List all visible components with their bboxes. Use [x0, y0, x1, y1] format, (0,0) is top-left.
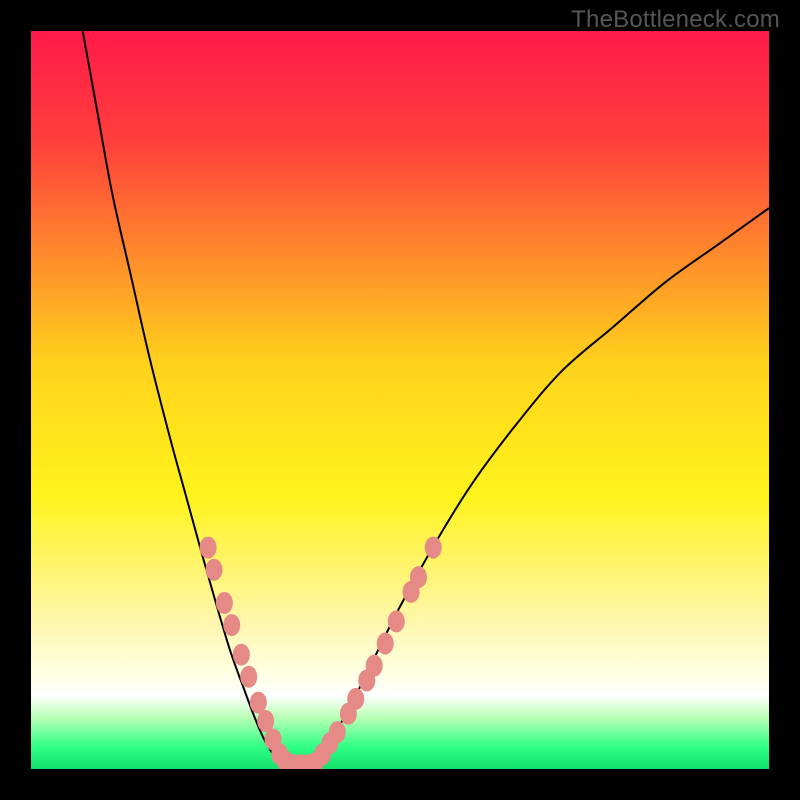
data-marker: [223, 614, 240, 636]
chart-frame: [31, 31, 769, 769]
data-marker: [347, 688, 364, 710]
data-marker: [329, 721, 346, 743]
data-marker: [410, 566, 427, 588]
attribution-text: TheBottleneck.com: [571, 6, 780, 34]
data-marker: [200, 537, 217, 559]
chart-background: [31, 31, 769, 769]
data-marker: [233, 644, 250, 666]
data-marker: [388, 610, 405, 632]
data-marker: [377, 633, 394, 655]
data-marker: [425, 537, 442, 559]
data-marker: [216, 592, 233, 614]
chart-svg: [31, 31, 769, 769]
data-marker: [206, 559, 223, 581]
data-marker: [240, 666, 257, 688]
data-marker: [366, 655, 383, 677]
